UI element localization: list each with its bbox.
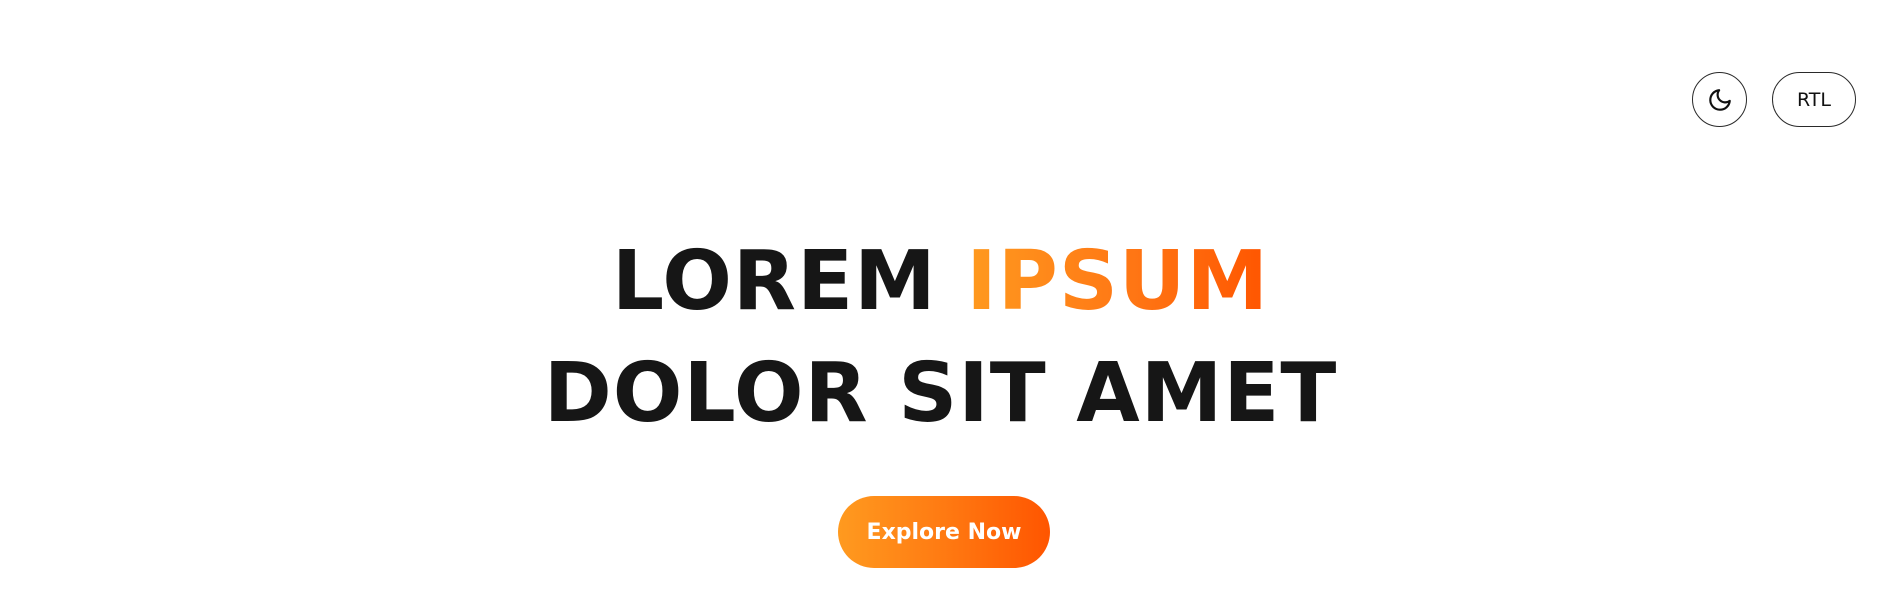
page: RTL LOREM IPSUM DOLOR SIT AMET Explore N… bbox=[0, 0, 1881, 616]
hero-heading-accent-text: IPSUM bbox=[966, 234, 1270, 329]
hero-heading-line-1: LOREM IPSUM bbox=[0, 226, 1881, 338]
theme-toggle-button[interactable] bbox=[1692, 72, 1747, 127]
explore-now-button-label: Explore Now bbox=[866, 519, 1022, 545]
explore-now-button[interactable]: Explore Now bbox=[838, 496, 1050, 568]
hero-heading-line-2: DOLOR SIT AMET bbox=[543, 346, 1338, 441]
hero-heading: LOREM IPSUM DOLOR SIT AMET bbox=[0, 226, 1881, 450]
rtl-toggle-button[interactable]: RTL bbox=[1772, 72, 1856, 127]
moon-icon bbox=[1707, 87, 1733, 113]
rtl-button-label: RTL bbox=[1796, 88, 1831, 111]
hero-heading-plain-text: LOREM bbox=[611, 234, 937, 329]
